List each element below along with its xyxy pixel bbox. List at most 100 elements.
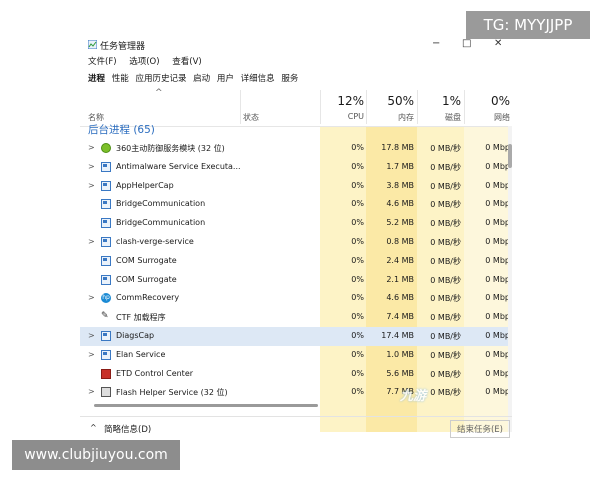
- process-network: 0 Mbp: [485, 143, 510, 152]
- tab-startup[interactable]: 启动: [193, 74, 210, 84]
- process-disk: 0 MB/秒: [430, 350, 461, 360]
- end-task-button[interactable]: 结束任务(E): [449, 420, 510, 438]
- vertical-scrollbar[interactable]: [508, 126, 512, 432]
- process-memory: 2.4 MB: [386, 255, 414, 265]
- minimize-button[interactable]: −: [432, 38, 440, 49]
- window-icon: [101, 255, 111, 266]
- expand-chevron-icon[interactable]: >: [88, 350, 95, 359]
- fewer-details-link[interactable]: 简略信息(D): [104, 423, 151, 435]
- process-name: ETD Control Center: [116, 368, 194, 378]
- title-bar: 任务管理器 − □ ✕: [80, 38, 512, 54]
- vertical-scroll-thumb[interactable]: [508, 144, 512, 168]
- window-icon: [101, 274, 111, 285]
- process-cpu: 0%: [351, 180, 364, 190]
- group-title[interactable]: 后台进程 (65): [88, 122, 155, 137]
- task-manager-icon: [88, 40, 97, 49]
- expand-chevron-icon[interactable]: >: [88, 387, 95, 396]
- process-name: clash-verge-service: [116, 236, 194, 246]
- process-row[interactable]: > Antimalware Service Executa... 0% 1.7 MB 0…: [80, 158, 512, 177]
- process-row[interactable]: >360主动防御服务模块 (32 位) 0% 17.8 MB 0 MB/秒 0 Mbp: [80, 139, 512, 158]
- process-row[interactable]: > clash-verge-service 0% 0.8 MB 0 MB/秒 0 Mbp: [80, 233, 512, 252]
- process-network: 0 Mbp: [485, 218, 510, 228]
- window-icon: [101, 236, 111, 247]
- process-network: 0 Mbp: [485, 293, 510, 303]
- column-memory[interactable]: 50% 内存: [366, 94, 414, 123]
- menu-view[interactable]: 查看(V): [172, 57, 201, 67]
- tg-watermark: TG: MYYJJPP: [466, 11, 590, 39]
- process-name: AppHelperCap: [116, 180, 174, 190]
- process-memory: 4.6 MB: [386, 293, 414, 303]
- memory-label: 内存: [398, 113, 414, 122]
- process-cpu: 0%: [351, 349, 364, 359]
- process-memory: 4.6 MB: [386, 199, 414, 209]
- network-label: 网络: [494, 113, 510, 122]
- process-disk: 0 MB/秒: [430, 237, 461, 247]
- expand-chevron-icon[interactable]: >: [88, 237, 95, 246]
- column-network[interactable]: 0% 网络: [464, 94, 510, 123]
- process-row[interactable]: BridgeCommunication 0% 5.2 MB 0 MB/秒 0 Mbp: [80, 214, 512, 233]
- process-row[interactable]: COM Surrogate 0% 2.1 MB 0 MB/秒 0 Mbp: [80, 271, 512, 290]
- expand-chevron-icon[interactable]: >: [88, 331, 95, 340]
- expand-chevron-icon[interactable]: >: [88, 143, 95, 152]
- flash-icon: [101, 387, 111, 398]
- tab-performance[interactable]: 性能: [112, 74, 129, 84]
- ctf-icon: ✎: [101, 311, 109, 322]
- process-disk: 0 MB/秒: [430, 256, 461, 266]
- logo-watermark: 九游: [400, 389, 427, 404]
- expand-chevron-icon[interactable]: >: [88, 162, 95, 171]
- process-row[interactable]: COM Surrogate 0% 2.4 MB 0 MB/秒 0 Mbp: [80, 252, 512, 271]
- close-button[interactable]: ✕: [494, 38, 502, 49]
- horizontal-scroll-thumb[interactable]: [94, 404, 318, 407]
- column-status[interactable]: 状态: [243, 112, 259, 123]
- process-memory: 5.6 MB: [386, 368, 414, 378]
- process-name: COM Surrogate: [116, 274, 177, 284]
- column-disk[interactable]: 1% 磁盘: [417, 94, 461, 123]
- process-memory: 0.8 MB: [386, 236, 414, 246]
- process-network: 0 Mbp: [485, 330, 510, 340]
- window-icon: [101, 330, 111, 341]
- tab-details[interactable]: 详细信息: [241, 74, 275, 84]
- menu-options[interactable]: 选项(O): [129, 57, 159, 67]
- process-cpu: 0%: [351, 218, 364, 228]
- process-name: CTF 加载程序: [116, 313, 166, 323]
- expand-chevron-icon[interactable]: >: [88, 181, 95, 190]
- chevron-up-icon[interactable]: ^: [90, 423, 97, 432]
- process-cpu: 0%: [351, 312, 364, 322]
- process-disk: 0 MB/秒: [430, 144, 461, 153]
- window-icon: [101, 349, 111, 360]
- process-row[interactable]: > AppHelperCap 0% 3.8 MB 0 MB/秒 0 Mbp: [80, 177, 512, 196]
- column-cpu[interactable]: 12% CPU: [320, 94, 364, 121]
- process-name: Antimalware Service Executa...: [116, 161, 241, 171]
- process-network: 0 Mbp: [485, 161, 510, 171]
- sort-caret-icon[interactable]: ^: [155, 88, 163, 98]
- tab-services[interactable]: 服务: [281, 74, 298, 84]
- site-watermark: www.clubjiuyou.com: [12, 440, 180, 470]
- process-memory: 5.2 MB: [386, 218, 414, 228]
- menu-file[interactable]: 文件(F): [88, 57, 117, 67]
- tab-processes[interactable]: 进程: [88, 74, 105, 84]
- process-memory: 17.8 MB: [381, 143, 414, 152]
- memory-total: 50%: [387, 94, 414, 108]
- tab-users[interactable]: 用户: [217, 74, 234, 84]
- process-row[interactable]: ✎ CTF 加载程序 0% 7.4 MB 0 MB/秒 0 Mbp: [80, 308, 512, 327]
- expand-chevron-icon[interactable]: >: [88, 293, 95, 302]
- process-memory: 7.4 MB: [386, 312, 414, 322]
- etd-icon: [101, 368, 111, 379]
- process-name: BridgeCommunication: [116, 199, 206, 209]
- process-name: Elan Service: [116, 349, 166, 359]
- tab-app-history[interactable]: 应用历史记录: [135, 74, 186, 84]
- process-cpu: 0%: [351, 143, 364, 152]
- menu-bar: 文件(F) 选项(O) 查看(V): [88, 55, 212, 67]
- tab-strip: 进程 性能 应用历史记录 启动 用户 详细信息 服务: [88, 72, 302, 84]
- process-memory: 17.4 MB: [381, 330, 414, 340]
- process-row[interactable]: ETD Control Center 0% 5.6 MB 0 MB/秒 0 Mbp: [80, 365, 512, 384]
- process-row[interactable]: > hp CommRecovery 0% 4.6 MB 0 MB/秒 0 Mbp: [80, 289, 512, 308]
- process-row[interactable]: > DiagsCap 0% 17.4 MB 0 MB/秒 0 Mbp: [80, 326, 512, 346]
- process-row[interactable]: > Elan Service 0% 1.0 MB 0 MB/秒 0 Mbp: [80, 346, 512, 365]
- process-row[interactable]: > Flash Helper Service (32 位) 0% 7.7 MB 0 MB…: [80, 383, 512, 402]
- maximize-button[interactable]: □: [462, 38, 471, 49]
- process-memory: 3.8 MB: [386, 180, 414, 190]
- process-network: 0 Mbp: [485, 312, 510, 322]
- process-disk: 0 MB/秒: [430, 313, 461, 323]
- process-row[interactable]: BridgeCommunication 0% 4.6 MB 0 MB/秒 0 Mbp: [80, 195, 512, 214]
